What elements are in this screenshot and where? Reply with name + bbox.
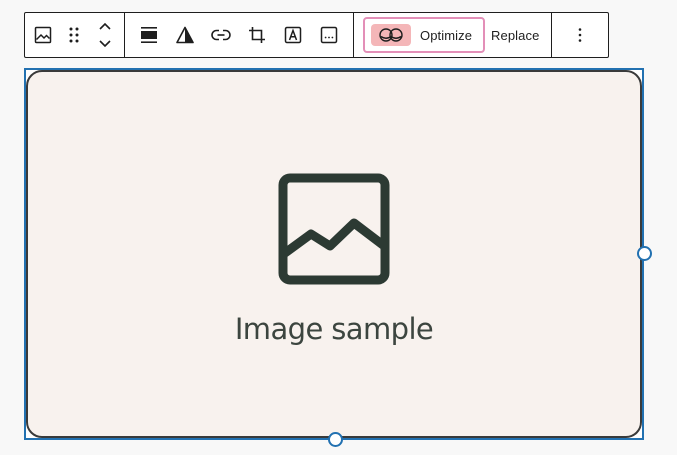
optimize-label: Optimize <box>420 27 473 43</box>
optimize-icon <box>379 28 403 42</box>
resize-handle-right[interactable] <box>637 246 652 261</box>
block-group <box>25 13 125 57</box>
image-placeholder: Image sample <box>26 70 642 438</box>
text-overlay-icon[interactable] <box>275 13 311 57</box>
image-block[interactable]: Image sample <box>24 68 644 440</box>
replace-button[interactable]: Replace <box>491 13 539 57</box>
more-options-icon[interactable] <box>562 13 598 57</box>
image-block-icon[interactable] <box>27 13 58 57</box>
block-toolbar: Optimize Replace <box>24 12 609 58</box>
resize-handle-bottom[interactable] <box>328 432 343 447</box>
drag-handle-icon[interactable] <box>58 13 89 57</box>
optimize-button[interactable]: Optimize <box>363 17 485 53</box>
align-icon[interactable] <box>131 13 167 57</box>
more-group <box>552 13 608 57</box>
crop-icon[interactable] <box>239 13 275 57</box>
image-caption: Image sample <box>234 311 434 346</box>
image-placeholder-icon <box>278 173 390 290</box>
format-group <box>125 13 354 57</box>
move-up-down-icon[interactable] <box>89 13 120 57</box>
replace-label: Replace <box>491 27 540 43</box>
media-group: Optimize Replace <box>354 13 552 57</box>
optimize-badge <box>371 24 411 46</box>
alt-text-icon[interactable] <box>311 13 347 57</box>
link-icon[interactable] <box>203 13 239 57</box>
duotone-filter-icon[interactable] <box>167 13 203 57</box>
